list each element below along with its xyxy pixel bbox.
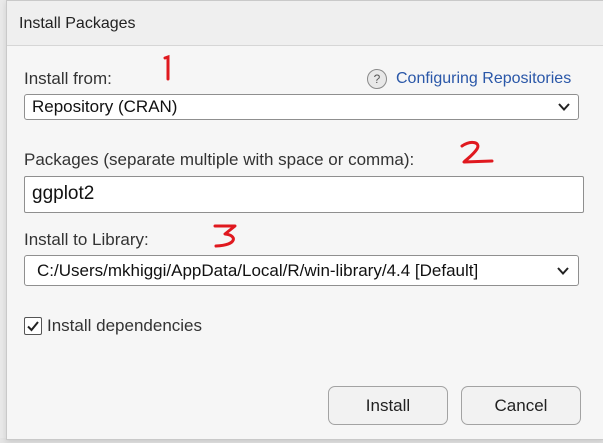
configuring-repositories-link-group[interactable]: ? Configuring Repositories [367,69,571,89]
install-from-label: Install from: [24,69,112,88]
dialog-title: Install Packages [19,15,136,32]
install-to-library-label: Install to Library: [24,230,149,249]
packages-input[interactable]: ggplot2 [24,176,584,213]
annotation-mark-3: 3 [213,224,237,248]
install-packages-dialog: Install Packages Install from: ? Configu… [6,0,603,440]
annotation-mark-2: 2 [460,140,494,164]
configuring-repositories-link[interactable]: Configuring Repositories [396,70,571,88]
install-button[interactable]: Install [328,386,448,425]
cancel-button[interactable]: Cancel [461,386,581,425]
install-from-select[interactable]: Repository (CRAN) [24,94,579,120]
chevron-down-icon [557,267,569,275]
library-value: C:/Users/mkhiggi/AppData/Local/R/win-lib… [37,261,479,280]
annotation-mark-1: 1 [163,54,170,81]
install-dependencies-checkbox[interactable] [24,317,42,335]
help-icon[interactable]: ? [367,69,387,89]
install-dependencies-label[interactable]: Install dependencies [47,316,202,336]
chevron-down-icon [558,103,570,111]
packages-label: Packages (separate multiple with space o… [24,150,415,169]
install-from-value: Repository (CRAN) [32,97,178,116]
dialog-titlebar: Install Packages [7,1,603,46]
packages-input-value: ggplot2 [32,183,95,204]
checkmark-icon [27,321,39,332]
library-select[interactable]: C:/Users/mkhiggi/AppData/Local/R/win-lib… [24,255,579,286]
